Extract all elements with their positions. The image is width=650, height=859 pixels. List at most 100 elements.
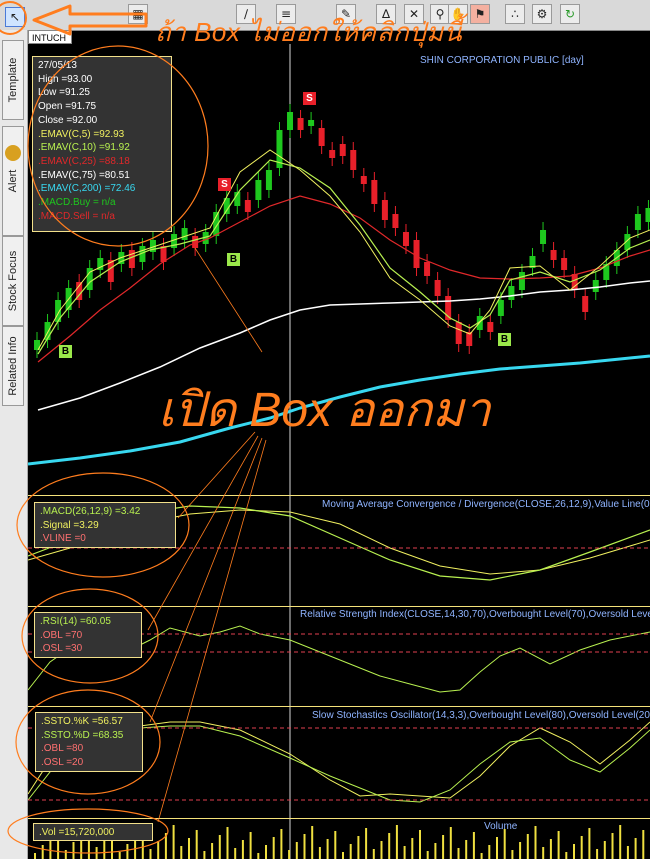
volume-bar [565, 852, 568, 859]
volume-bar [596, 849, 599, 859]
volume-bar [272, 837, 275, 859]
candle-body [634, 214, 641, 230]
candle-body [329, 150, 336, 158]
ema5-value: .EMAV(C,5) =92.93 [38, 128, 125, 140]
candle-body [518, 272, 525, 290]
sell-signal-marker[interactable]: S [303, 92, 316, 105]
candle-body [381, 200, 388, 220]
tab-template-label: Template [7, 57, 19, 103]
rsi-panel-title: Relative Strength Index(CLOSE,14,30,70),… [300, 609, 650, 620]
volume-bar [195, 830, 198, 859]
ema10-value: .EMAV(C,10) =91.92 [38, 142, 130, 154]
candle-body [392, 214, 399, 228]
candle-body [424, 262, 431, 276]
gear-icon[interactable]: ⚙ [532, 4, 552, 24]
volume-bar [419, 830, 421, 859]
tab-template[interactable]: Template [2, 40, 24, 120]
volume-bar [626, 846, 629, 859]
volume-bar [372, 849, 375, 859]
volume-bar [434, 843, 437, 859]
rsi-value: .RSI(14) =60.05 [40, 616, 111, 627]
volume-bar [380, 841, 383, 859]
volume-bar [557, 831, 560, 859]
candle-body [645, 208, 650, 222]
sto-obl-value: .OBL =80 [41, 743, 84, 755]
tab-related-info[interactable]: Related Info [2, 326, 24, 406]
volume-bar [188, 838, 190, 859]
macd-panel-top-border [28, 495, 650, 496]
volume-bar [395, 825, 398, 859]
sto-panel-title: Slow Stochastics Oscillator(14,3,3),Over… [312, 710, 650, 721]
sto-panel-top-border [28, 706, 650, 707]
macd-info-box[interactable]: .MACD(26,12,9) =3.42 .Signal =3.29 .VLIN… [34, 502, 176, 548]
tab-alert[interactable]: Alert [2, 126, 24, 236]
candle-body [582, 296, 589, 312]
volume-bar [180, 846, 183, 859]
volume-bar [365, 828, 368, 859]
annotation-open-box: เปิด Box ออกมา [158, 384, 491, 437]
volume-bar [542, 847, 545, 859]
price-info-box[interactable]: 27/05/13 High =93.00 Low =91.25 Open =91… [32, 56, 172, 232]
candle-body [561, 258, 568, 270]
candle-body [434, 280, 441, 296]
macd-panel-title: Moving Average Convergence / Divergence(… [322, 499, 650, 510]
candle-body [308, 120, 315, 126]
volume-bar [149, 849, 152, 859]
volume-bar [426, 851, 429, 859]
low-value: Low =91.25 [38, 87, 90, 99]
volume-bar [580, 836, 583, 859]
volume-bar [503, 829, 506, 859]
candle-body [402, 232, 409, 246]
tab-stock-focus[interactable]: Stock Focus [2, 236, 24, 326]
volume-bar [388, 833, 391, 859]
chart-icon[interactable]: ∴ [505, 4, 525, 24]
volume-panel-top-border [28, 818, 650, 819]
ema75-value: .EMAV(C,75) =80.51 [38, 169, 130, 181]
buy-signal-marker[interactable]: B [227, 253, 240, 266]
volume-bar [588, 828, 591, 859]
close-value: Close =92.00 [38, 114, 98, 126]
volume-bar [611, 833, 614, 859]
volume-bar [549, 839, 552, 859]
candle-body [360, 176, 367, 184]
volume-info-box[interactable]: .Vol =15,720,000 [33, 823, 153, 841]
alert-bell-icon [5, 145, 21, 161]
volume-bar [457, 848, 460, 859]
volume-bar [472, 832, 475, 859]
sell-signal-marker[interactable]: S [218, 178, 231, 191]
flag-icon[interactable]: ⚑ [470, 4, 490, 24]
high-value: High =93.00 [38, 73, 93, 85]
volume-bar [511, 850, 514, 859]
volume-bar [41, 845, 44, 859]
stochastic-info-box[interactable]: .SSTO.%K =56.57 .SSTO.%D =68.35 .OBL =80… [35, 712, 143, 772]
arrow-cursor-button[interactable]: ↖ [5, 7, 25, 27]
rsi-info-box[interactable]: .RSI(14) =60.05 .OBL =70 .OSL =30 [34, 612, 142, 658]
candle-body [540, 230, 547, 244]
volume-bar [619, 825, 622, 859]
symbol-tab[interactable]: INTUCH [28, 30, 72, 44]
buy-signal-marker[interactable]: B [498, 333, 511, 346]
price-panel-title: SHIN CORPORATION PUBLIC [day] [420, 55, 584, 66]
candle-body [287, 112, 294, 130]
buy-signal-marker[interactable]: B [59, 345, 72, 358]
tab-alert-label: Alert [7, 169, 19, 193]
sto-osl-value: .OSL =20 [41, 757, 84, 769]
table-icon[interactable]: ▦ [128, 4, 148, 24]
open-value: Open =91.75 [38, 101, 97, 113]
volume-bar [288, 850, 291, 859]
volume-bar [218, 835, 221, 859]
candle-body [550, 250, 557, 260]
macd-value: .MACD(26,12,9) =3.42 [40, 506, 141, 517]
volume-bar [465, 840, 468, 859]
candle-body [592, 280, 599, 292]
sidebar: Template Alert Stock Focus Related Info [0, 30, 28, 859]
macd-sell-value: .MACD.Sell = n/a [38, 210, 115, 222]
tab-stock-focus-label: Stock Focus [7, 250, 19, 312]
date-value: 27/05/13 [38, 60, 77, 71]
volume-bar [226, 827, 229, 859]
refresh-icon[interactable]: ↻ [560, 4, 580, 24]
volume-bar [157, 841, 160, 859]
candle-body [255, 180, 262, 200]
volume-bar [126, 844, 129, 859]
volume-bar [573, 844, 575, 859]
